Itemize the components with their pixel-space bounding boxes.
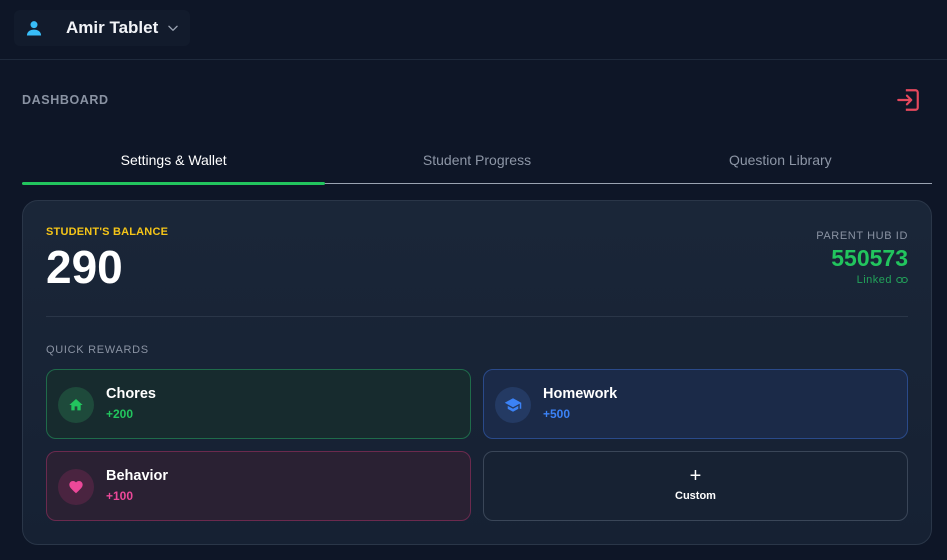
plus-icon: +	[689, 465, 702, 487]
chores-icon-badge	[58, 387, 94, 423]
tab-student-progress[interactable]: Student Progress	[325, 138, 628, 183]
reward-amount: +100	[106, 489, 134, 503]
logout-icon[interactable]	[895, 87, 921, 113]
page-title: DASHBOARD	[22, 93, 109, 107]
tab-bar: Settings & Wallet Student Progress Quest…	[22, 138, 932, 185]
wallet-card: STUDENT'S BALANCE 290 PARENT HUB ID 5505…	[22, 200, 932, 545]
home-icon	[69, 399, 83, 411]
hub-id-value: 550573	[831, 245, 908, 271]
device-selector[interactable]: Amir Tablet	[14, 10, 190, 46]
balance-label: STUDENT'S BALANCE	[46, 226, 169, 238]
heart-icon	[69, 481, 83, 494]
graduation-cap-icon	[504, 398, 522, 412]
link-icon	[896, 276, 908, 284]
reward-amount: +500	[543, 407, 571, 421]
reward-title: Chores	[106, 386, 156, 402]
chevron-down-icon	[168, 25, 178, 31]
reward-amount: +200	[106, 407, 134, 421]
top-bar: Amir Tablet	[0, 0, 947, 60]
reward-title: Homework	[543, 386, 618, 402]
hub-id-label: PARENT HUB ID	[816, 230, 908, 242]
custom-reward-button[interactable]: + Custom	[483, 451, 908, 521]
homework-reward-button[interactable]: Homework +500	[483, 369, 908, 439]
homework-icon-badge	[495, 387, 531, 423]
behavior-reward-button[interactable]: Behavior +100	[46, 451, 471, 521]
tab-settings-wallet[interactable]: Settings & Wallet	[22, 138, 326, 185]
reward-title: Behavior	[106, 468, 169, 484]
balance-value: 290	[46, 241, 123, 293]
behavior-icon-badge	[58, 469, 94, 505]
custom-label: Custom	[675, 490, 716, 502]
divider	[46, 316, 908, 317]
linked-label: Linked	[856, 274, 892, 286]
tab-question-library[interactable]: Question Library	[629, 138, 932, 183]
chores-reward-button[interactable]: Chores +200	[46, 369, 471, 439]
linked-status: Linked	[857, 274, 908, 286]
quick-rewards-label: QUICK REWARDS	[46, 344, 149, 356]
person-icon	[26, 21, 42, 36]
device-name: Amir Tablet	[66, 18, 159, 37]
